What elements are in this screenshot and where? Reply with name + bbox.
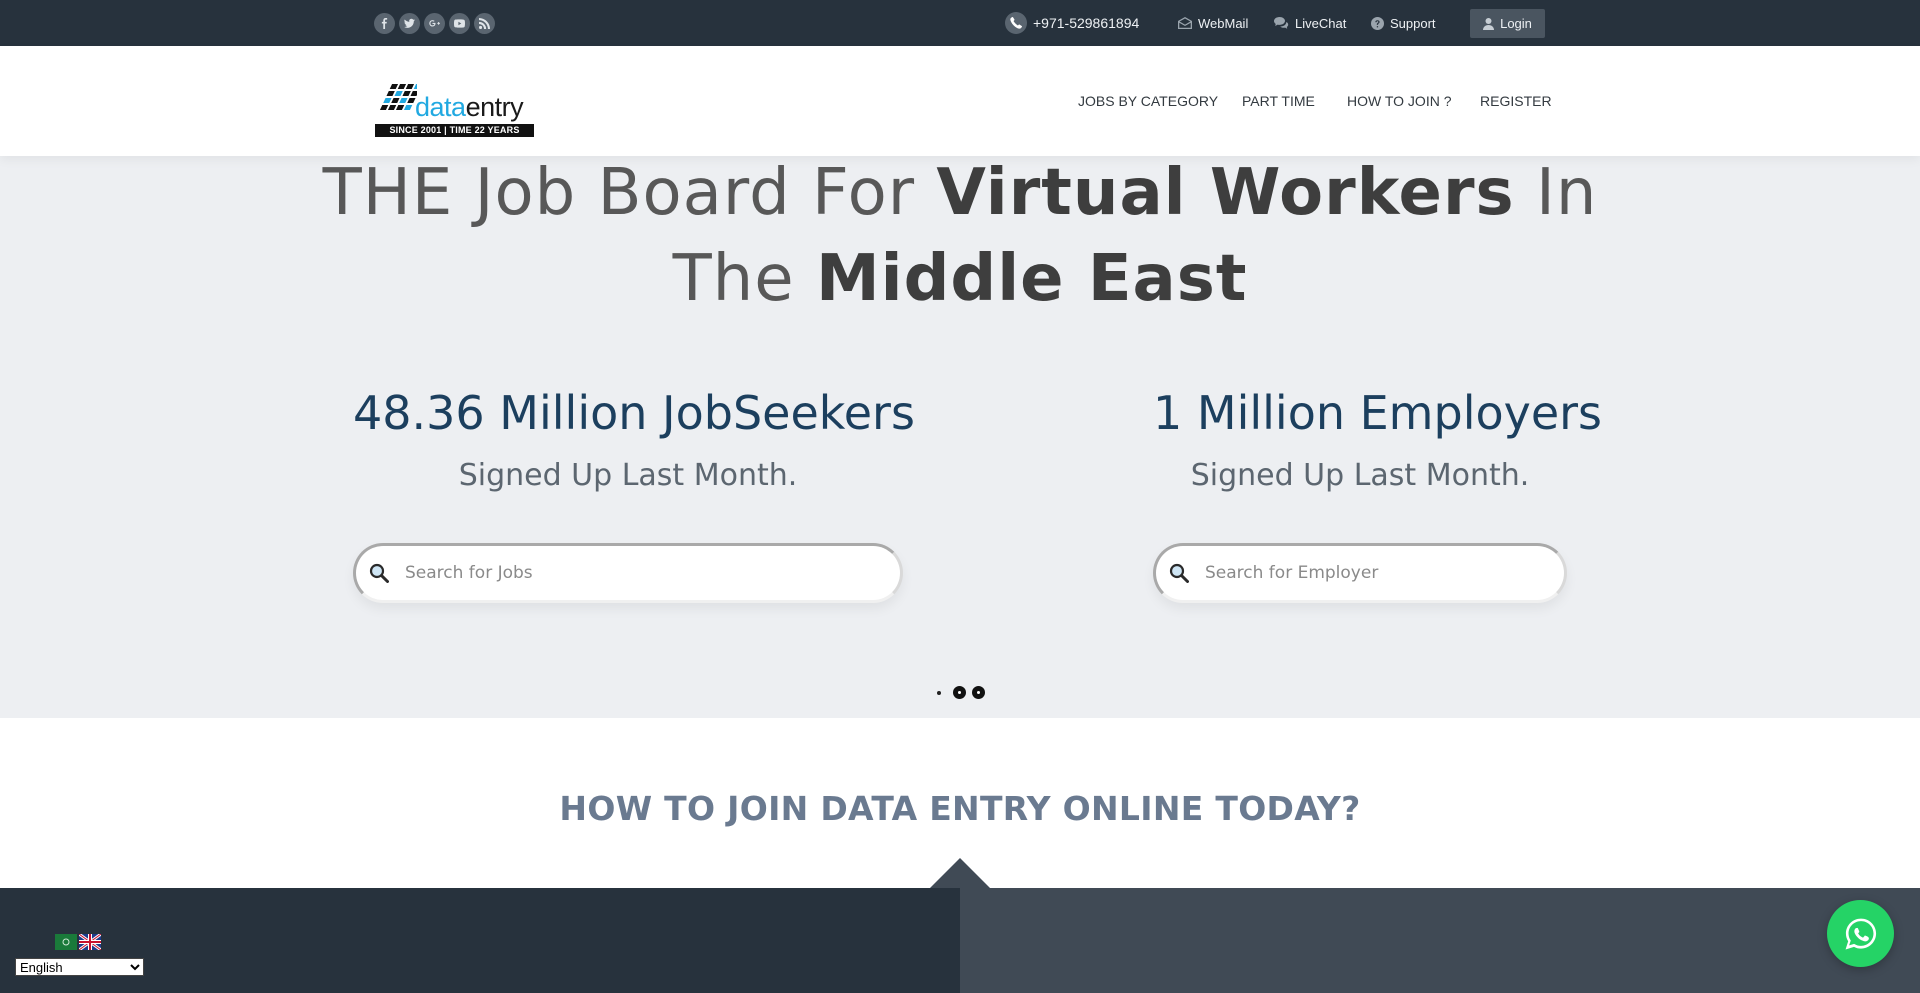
employers-stat: 1 Million Employers Signed Up Last Month…	[1153, 386, 1603, 493]
logo-wordmark: dataentry	[415, 92, 524, 122]
login-button[interactable]: Login	[1470, 9, 1545, 38]
slider-dot-1[interactable]	[937, 690, 941, 695]
uk-flag-icon[interactable]	[79, 934, 101, 950]
how-to-join-title: HOW TO JOIN DATA ENTRY ONLINE TODAY?	[559, 789, 1361, 828]
rss-icon[interactable]	[474, 13, 495, 34]
employers-count: 1 Million Employers	[1153, 386, 1603, 440]
user-icon	[1483, 17, 1495, 30]
webmail-label: WebMail	[1198, 15, 1249, 31]
bottom-panel-left	[0, 888, 960, 993]
search-employer-input[interactable]	[1205, 563, 1532, 583]
jobseekers-count: 48.36 Million JobSeekers	[353, 386, 915, 440]
language-flags	[55, 934, 101, 950]
logo-tagline: SINCE 2001 | TIME 22 YEARS	[375, 124, 534, 137]
twitter-icon[interactable]	[399, 13, 420, 34]
section-notch-arrow	[930, 858, 990, 888]
livechat-link[interactable]: LiveChat	[1274, 0, 1346, 46]
whatsapp-icon	[1845, 918, 1876, 949]
top-bar: +971-529861894 WebMail LiveChat Support …	[0, 0, 1920, 46]
hero-headline-line-1: THE Job Board For Virtual Workers In	[322, 156, 1598, 230]
logo-grid-mark	[379, 84, 417, 110]
social-links	[374, 13, 495, 34]
facebook-icon[interactable]	[374, 13, 395, 34]
nav-register[interactable]: REGISTER	[1480, 46, 1552, 156]
hero-section: THE Job Board For Virtual Workers In The…	[0, 156, 1920, 718]
employers-caption: Signed Up Last Month.	[1190, 458, 1530, 493]
site-logo[interactable]: dataentry SINCE 2001 | TIME 22 YEARS	[375, 80, 535, 138]
livechat-label: LiveChat	[1295, 15, 1347, 31]
search-employer-box	[1153, 543, 1567, 603]
magnifier-icon	[1169, 563, 1189, 583]
support-link[interactable]: Support	[1371, 0, 1436, 46]
envelope-icon	[1178, 17, 1192, 29]
youtube-icon[interactable]	[449, 13, 470, 34]
search-jobs-input[interactable]	[405, 563, 841, 583]
webmail-link[interactable]: WebMail	[1178, 0, 1248, 46]
nav-jobs-by-category[interactable]: JOBS BY CATEGORY	[1078, 46, 1218, 156]
jobseekers-stat: 48.36 Million JobSeekers Signed Up Last …	[353, 386, 915, 493]
search-jobs-box	[353, 543, 903, 603]
phone-text: +971-529861894	[1033, 15, 1140, 31]
whatsapp-button[interactable]	[1827, 900, 1894, 967]
jobseekers-caption: Signed Up Last Month.	[458, 458, 798, 493]
login-label: Login	[1500, 16, 1532, 31]
slider-dots	[937, 686, 985, 699]
phone-icon	[1005, 12, 1027, 34]
nav-how-to-join[interactable]: HOW TO JOIN ?	[1347, 46, 1452, 156]
language-select[interactable]: English	[15, 958, 144, 976]
slider-dot-2[interactable]	[953, 686, 966, 699]
bottom-panel-right	[960, 888, 1920, 993]
question-circle-icon	[1371, 16, 1384, 30]
support-label: Support	[1390, 15, 1436, 31]
magnifier-icon	[369, 563, 389, 583]
site-header: dataentry SINCE 2001 | TIME 22 YEARS	[0, 46, 1920, 156]
hero-headline-line-2: The Middle East	[672, 242, 1248, 316]
google-plus-icon[interactable]	[424, 13, 445, 34]
saudi-flag-icon[interactable]	[55, 934, 77, 950]
nav-part-time[interactable]: PART TIME	[1242, 46, 1315, 156]
slider-dot-3[interactable]	[972, 686, 985, 699]
phone-number[interactable]: +971-529861894	[1005, 0, 1139, 46]
chat-icon	[1274, 17, 1289, 29]
